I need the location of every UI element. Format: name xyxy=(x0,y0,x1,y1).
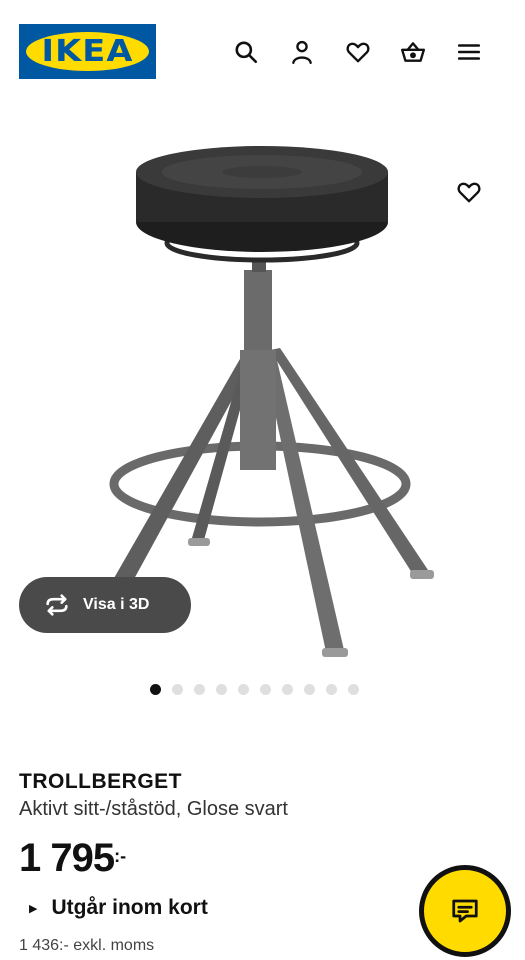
carousel-dots xyxy=(150,684,359,695)
basket-icon[interactable] xyxy=(397,36,429,68)
carousel-dot[interactable] xyxy=(326,684,337,695)
view-in-3d-label: Visa i 3D xyxy=(83,596,150,613)
carousel-dot[interactable] xyxy=(260,684,271,695)
carousel-dot[interactable] xyxy=(172,684,183,695)
price-excl-vat: 1 436:- exkl. moms xyxy=(19,937,155,954)
heart-icon[interactable] xyxy=(342,36,374,68)
ikea-logo[interactable]: IKEA xyxy=(19,24,156,79)
carousel-dot[interactable] xyxy=(194,684,205,695)
view-in-3d-button[interactable]: Visa i 3D xyxy=(19,577,191,633)
carousel-dot[interactable] xyxy=(348,684,359,695)
price-suffix: :- xyxy=(114,846,127,866)
triangle-right-icon: ▶ xyxy=(29,902,38,915)
carousel-dot[interactable] xyxy=(150,684,161,695)
availability-status: ▶ Utgår inom kort xyxy=(29,896,208,920)
user-icon[interactable] xyxy=(286,36,318,68)
favorite-product-icon[interactable] xyxy=(452,176,486,208)
search-icon[interactable] xyxy=(230,36,262,68)
chat-icon xyxy=(452,899,478,923)
price-amount: 1 795 xyxy=(19,836,115,880)
status-text: Utgår inom kort xyxy=(51,896,208,919)
product-image[interactable] xyxy=(0,100,525,660)
carousel-dot[interactable] xyxy=(216,684,227,695)
product-name: TROLLBERGET xyxy=(19,770,182,793)
product-price: 1 795 :- xyxy=(19,836,126,880)
product-description: Aktivt sitt-/ståstöd, Glose svart xyxy=(19,798,288,820)
carousel-dot[interactable] xyxy=(304,684,315,695)
logo-text: IKEA xyxy=(41,34,134,69)
rotate-3d-icon xyxy=(46,594,68,616)
carousel-dot[interactable] xyxy=(238,684,249,695)
chat-button[interactable] xyxy=(419,865,511,957)
menu-icon[interactable] xyxy=(453,36,485,68)
top-header: IKEA xyxy=(0,0,525,100)
carousel-dot[interactable] xyxy=(282,684,293,695)
